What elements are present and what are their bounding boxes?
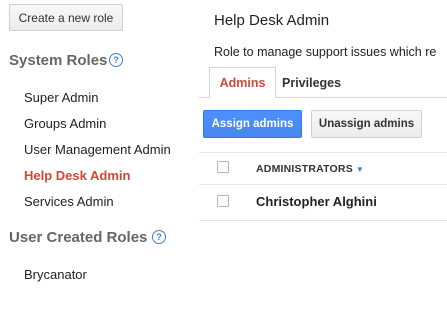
administrators-column-header[interactable]: ADMINISTRATORS ▼ bbox=[256, 163, 364, 175]
page-title: Help Desk Admin bbox=[214, 12, 330, 29]
help-icon[interactable]: ? bbox=[109, 53, 123, 67]
admin-name: Christopher Alghini bbox=[256, 194, 377, 209]
table-row-divider bbox=[199, 220, 447, 221]
create-role-button[interactable]: Create a new role bbox=[9, 4, 123, 31]
administrators-header-label: ADMINISTRATORS bbox=[256, 163, 353, 175]
help-icon[interactable]: ? bbox=[152, 230, 166, 244]
sidebar-item-groups-admin[interactable]: Groups Admin bbox=[24, 116, 106, 131]
role-description: Role to manage support issues which re bbox=[214, 45, 437, 59]
select-all-checkbox[interactable] bbox=[217, 161, 229, 173]
table-row[interactable]: Christopher Alghini bbox=[199, 185, 447, 220]
assign-admins-button[interactable]: Assign admins bbox=[203, 110, 302, 138]
sidebar-item-user-management-admin[interactable]: User Management Admin bbox=[24, 142, 171, 157]
sort-down-icon: ▼ bbox=[355, 164, 365, 174]
sidebar-item-brycanator[interactable]: Brycanator bbox=[24, 267, 87, 282]
tab-privileges[interactable]: Privileges bbox=[282, 67, 341, 98]
tab-admins[interactable]: Admins bbox=[209, 67, 276, 98]
user-created-roles-title: User Created Roles bbox=[9, 229, 148, 246]
table-top-divider bbox=[199, 152, 447, 153]
sidebar-item-help-desk-admin[interactable]: Help Desk Admin bbox=[24, 168, 130, 183]
unassign-admins-button[interactable]: Unassign admins bbox=[311, 110, 422, 138]
sidebar-item-super-admin[interactable]: Super Admin bbox=[24, 90, 98, 105]
tab-admins-label: Admins bbox=[219, 76, 266, 90]
system-roles-title: System Roles bbox=[9, 52, 108, 69]
row-checkbox[interactable] bbox=[217, 195, 229, 207]
sidebar-item-services-admin[interactable]: Services Admin bbox=[24, 194, 114, 209]
tab-privileges-label: Privileges bbox=[282, 75, 342, 90]
